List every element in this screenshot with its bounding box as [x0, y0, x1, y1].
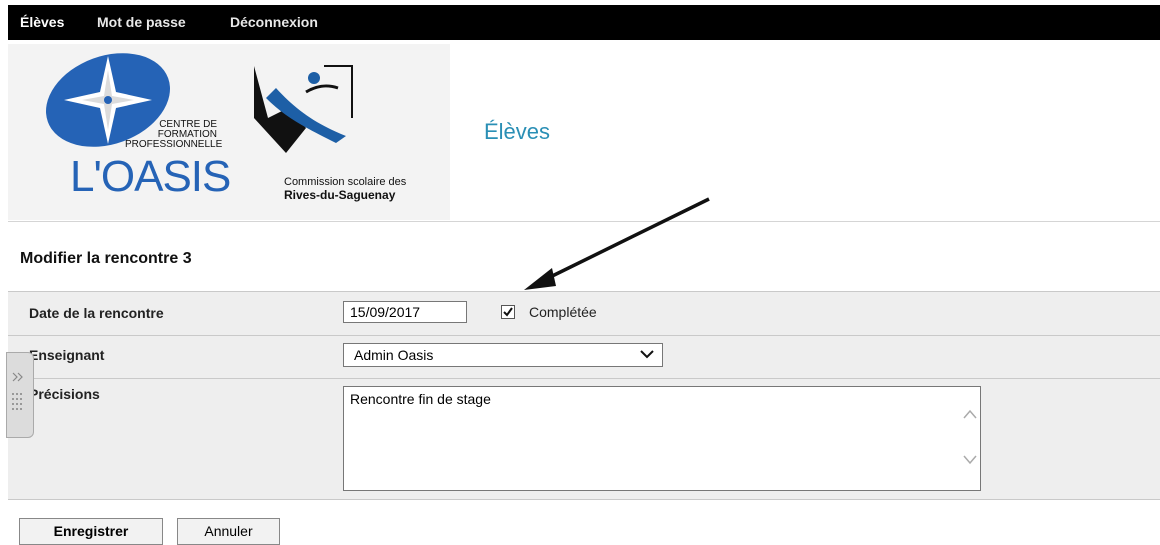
- edit-meeting-form: Date de la rencontre 15/09/2017 Complété…: [8, 291, 1160, 500]
- textarea-scrollbar[interactable]: [959, 387, 980, 490]
- completed-checkbox[interactable]: [501, 305, 515, 319]
- form-row-date: Date de la rencontre 15/09/2017 Complété…: [8, 292, 1160, 336]
- grip-icon: [12, 372, 23, 410]
- scroll-down-icon[interactable]: [963, 455, 977, 465]
- checkmark-icon: [503, 307, 513, 317]
- teacher-select[interactable]: Admin Oasis: [343, 343, 663, 367]
- completed-label: Complétée: [529, 304, 597, 320]
- save-button[interactable]: Enregistrer: [19, 518, 163, 545]
- details-value: Rencontre fin de stage: [350, 391, 491, 407]
- form-row-teacher: Enseignant Admin Oasis: [8, 336, 1160, 379]
- form-row-details: Précisions Rencontre fin de stage: [8, 379, 1160, 499]
- details-label: Précisions: [29, 386, 100, 402]
- teacher-label: Enseignant: [29, 347, 105, 363]
- date-label: Date de la rencontre: [29, 305, 164, 321]
- side-panel-handle[interactable]: [6, 352, 34, 438]
- scroll-up-icon[interactable]: [963, 409, 977, 419]
- chevron-down-icon: [640, 350, 654, 359]
- date-input[interactable]: 15/09/2017: [343, 301, 467, 323]
- details-textarea[interactable]: Rencontre fin de stage: [343, 386, 981, 491]
- teacher-select-value: Admin Oasis: [354, 347, 434, 363]
- cancel-button[interactable]: Annuler: [177, 518, 280, 545]
